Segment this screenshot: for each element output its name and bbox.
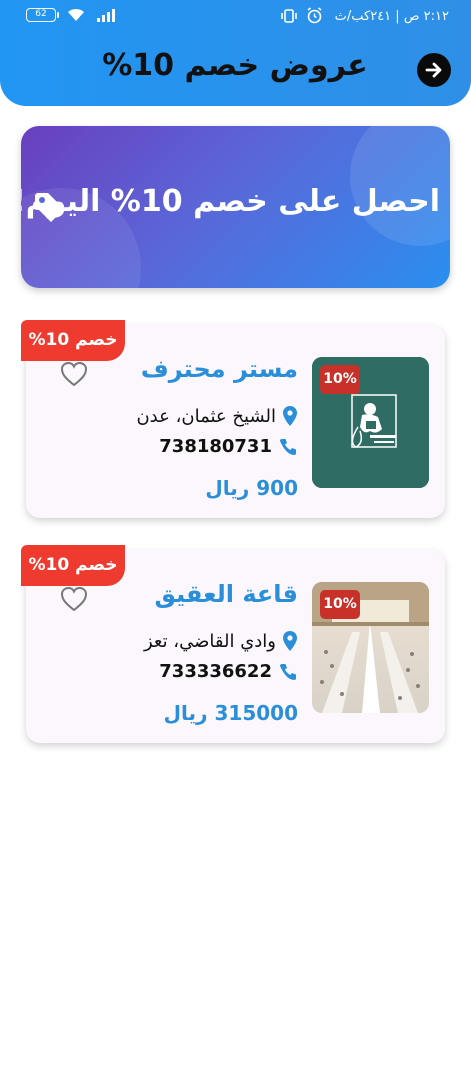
offer-price: 900 ريال (205, 476, 298, 500)
back-button[interactable] (417, 53, 451, 87)
wifi-icon (68, 8, 84, 21)
offer-card[interactable]: خصم 10% 10% قاعة العقيق وادي القاضي، تعز… (21, 545, 445, 743)
offer-phone: 733336622 (159, 661, 272, 682)
offer-phone: 738180731 (159, 436, 272, 457)
phone-row[interactable]: 738180731 (159, 436, 298, 457)
offer-address: وادي القاضي، تعز (143, 630, 276, 652)
discount-ribbon: خصم 10% (21, 320, 125, 361)
arrow-forward-icon (425, 62, 442, 78)
alarm-icon (307, 7, 322, 24)
status-bar: 62 ٢:١٢ ص | ٢٤١كب/ث (0, 0, 471, 36)
tag-icon (35, 193, 64, 222)
offer-price: 315000 ريال (163, 701, 298, 725)
location-pin-icon (283, 406, 297, 426)
favorite-icon[interactable] (60, 361, 88, 387)
phone-icon (280, 663, 296, 680)
offer-image: 10% (312, 357, 429, 488)
favorite-icon[interactable] (60, 586, 88, 612)
app-header: 62 ٢:١٢ ص | ٢٤١كب/ث عروض خصم 10% (0, 0, 471, 106)
location-pin-icon (283, 631, 297, 651)
offer-card[interactable]: خصم 10% 10% مستر محترف الشيخ عثمان، عدن … (21, 320, 445, 518)
phone-icon (280, 438, 296, 455)
phone-row[interactable]: 733336622 (159, 661, 298, 682)
offer-address: الشيخ عثمان، عدن (136, 405, 276, 427)
discount-ribbon: خصم 10% (21, 545, 125, 586)
signal-icon (97, 9, 115, 22)
offer-image: 10% (312, 582, 429, 713)
status-left-icons: 62 (26, 8, 116, 22)
vibrate-icon (281, 8, 297, 23)
offer-name: مستر محترف (140, 355, 298, 383)
address-row: وادي القاضي، تعز (144, 630, 298, 652)
battery-icon: 62 (26, 8, 59, 22)
promo-banner: احصل على خصم 10% اليوم! (21, 126, 450, 288)
discount-badge: 10% (320, 365, 360, 394)
page-title: عروض خصم 10% (102, 48, 368, 83)
status-time: ٢:١٢ ص | ٢٤١كب/ث (334, 9, 449, 24)
banner-text: احصل على خصم 10% اليوم! (21, 184, 440, 219)
offer-name: قاعة العقيق (154, 580, 298, 608)
status-right-icons (280, 7, 323, 24)
address-row: الشيخ عثمان، عدن (136, 405, 298, 427)
discount-badge: 10% (320, 590, 360, 619)
